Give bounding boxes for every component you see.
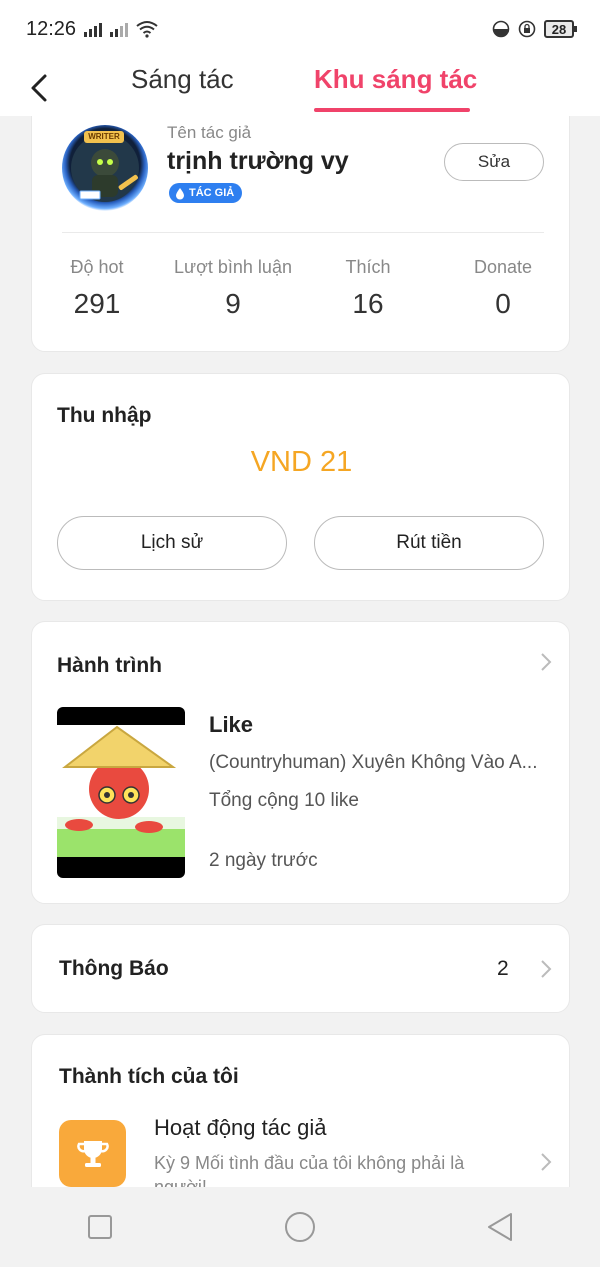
avatar[interactable]: WRITER bbox=[62, 125, 148, 211]
stat-comments: Lượt bình luận 9 bbox=[167, 257, 299, 320]
home-button[interactable] bbox=[270, 1197, 330, 1257]
battery-icon: 28 bbox=[544, 20, 577, 38]
trophy-icon bbox=[76, 1140, 109, 1167]
chevron-right-icon[interactable] bbox=[539, 651, 553, 673]
recents-button[interactable] bbox=[70, 1197, 130, 1257]
stat-comments-label: Lượt bình luận bbox=[174, 257, 292, 277]
journey-item-type: Like bbox=[209, 712, 254, 737]
trophy-badge bbox=[59, 1120, 126, 1187]
back-button[interactable] bbox=[24, 68, 54, 108]
status-left: 12:26 bbox=[26, 18, 158, 41]
signal-icon-2 bbox=[110, 21, 129, 37]
author-name: trịnh trường vy bbox=[167, 147, 349, 175]
active-tab-indicator bbox=[314, 108, 470, 112]
status-right: 28 bbox=[492, 20, 577, 38]
income-title: Thu nhập bbox=[57, 404, 152, 427]
divider bbox=[62, 232, 544, 233]
stat-donate-label: Donate bbox=[473, 257, 533, 277]
stat-hot: Độ hot 291 bbox=[32, 257, 162, 320]
journey-card[interactable]: Hành trình Like (Countryhuman) Xuyên Khô… bbox=[31, 621, 570, 904]
stat-likes: Thích 16 bbox=[303, 257, 433, 320]
stat-hot-label: Độ hot bbox=[70, 257, 124, 277]
back-nav-button[interactable] bbox=[470, 1197, 530, 1257]
journey-title: Hành trình bbox=[57, 654, 162, 677]
income-card: Thu nhập VND 21 Lịch sử Rút tiền bbox=[31, 373, 570, 601]
chevron-right-icon[interactable] bbox=[539, 958, 553, 980]
stat-donate-value: 0 bbox=[495, 288, 511, 319]
notifications-title: Thông Báo bbox=[59, 957, 169, 980]
status-bar: 12:26 28 bbox=[0, 0, 600, 58]
story-cover-image[interactable] bbox=[57, 707, 185, 878]
achievements-card: Thành tích của tôi Hoạt động tác giả Kỳ … bbox=[31, 1034, 570, 1187]
status-time: 12:26 bbox=[26, 17, 77, 40]
avatar-writer-badge: WRITER bbox=[84, 131, 124, 143]
square-icon bbox=[88, 1215, 112, 1239]
chevron-right-icon[interactable] bbox=[539, 1151, 553, 1173]
journey-total: Tổng cộng 10 like bbox=[209, 790, 359, 811]
journey-time: 2 ngày trước bbox=[209, 850, 318, 871]
tab-khu-sang-tac[interactable]: Khu sáng tác bbox=[314, 64, 477, 114]
cover-illustration bbox=[57, 725, 185, 857]
history-button[interactable]: Lịch sử bbox=[57, 516, 287, 570]
author-role-badge: TÁC GIẢ bbox=[169, 183, 243, 203]
wifi-icon bbox=[136, 21, 158, 38]
triangle-back-icon bbox=[488, 1213, 512, 1241]
stat-donate: Donate 0 bbox=[438, 257, 568, 320]
stat-hot-value: 291 bbox=[73, 288, 121, 319]
author-role-label: TÁC GIẢ bbox=[189, 187, 235, 199]
income-amount: VND 21 bbox=[250, 446, 353, 478]
rotation-lock-icon bbox=[518, 20, 536, 38]
top-header: Sáng tác Khu sáng tác bbox=[0, 58, 600, 116]
system-nav-bar bbox=[0, 1187, 600, 1267]
notifications-count: 2 bbox=[497, 957, 509, 980]
achievements-title: Thành tích của tôi bbox=[59, 1065, 239, 1088]
notifications-card[interactable]: Thông Báo 2 bbox=[31, 924, 570, 1013]
stat-likes-label: Thích bbox=[345, 257, 391, 277]
back-arrow-icon bbox=[31, 74, 47, 102]
stat-comments-value: 9 bbox=[225, 288, 241, 319]
data-saver-icon bbox=[492, 20, 510, 38]
circle-icon bbox=[285, 1212, 315, 1242]
signal-icon bbox=[84, 21, 103, 37]
journey-story-title[interactable]: (Countryhuman) Xuyên Không Vào A... bbox=[209, 752, 549, 774]
author-label: Tên tác giả bbox=[167, 123, 252, 142]
withdraw-button[interactable]: Rút tiền bbox=[314, 516, 544, 570]
tab-sang-tac[interactable]: Sáng tác bbox=[131, 64, 234, 114]
author-profile-card: WRITER Tên tác giả trịnh trường vy TÁC G… bbox=[31, 116, 570, 352]
edit-profile-button[interactable]: Sửa bbox=[444, 143, 544, 181]
drop-icon bbox=[176, 187, 184, 199]
achievement-title[interactable]: Hoạt động tác giả bbox=[154, 1115, 326, 1141]
main-content[interactable]: WRITER Tên tác giả trịnh trường vy TÁC G… bbox=[0, 116, 600, 1187]
stat-likes-value: 16 bbox=[352, 288, 384, 319]
achievement-description: Kỳ 9 Mối tình đầu của tôi không phải là … bbox=[154, 1153, 465, 1187]
